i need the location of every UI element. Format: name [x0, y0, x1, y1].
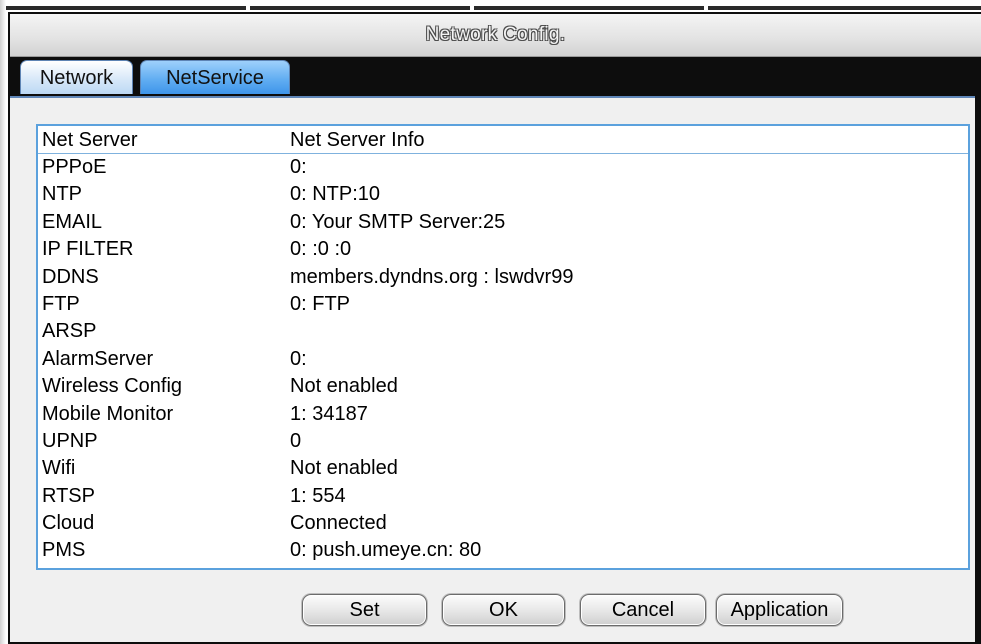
list-row-ftp[interactable]: FTP 0: FTP [38, 291, 968, 318]
row-info: Not enabled [290, 375, 398, 398]
row-name: IP FILTER [42, 238, 134, 261]
row-name: NTP [42, 183, 82, 206]
row-name: DDNS [42, 265, 99, 288]
row-info: members.dyndns.org : lswdvr99 [290, 265, 574, 288]
column-header-net-server: Net Server [42, 129, 138, 151]
netservice-panel: Net Server Net Server Info PPPoE 0: NTP 0:… [10, 96, 975, 642]
list-row-pms[interactable]: PMS 0: push.umeye.cn: 80 [38, 537, 968, 564]
set-button[interactable]: Set [302, 594, 427, 626]
tab-network[interactable]: Network [20, 60, 133, 94]
row-info: 0: NTP:10 [290, 183, 381, 206]
ok-button[interactable]: OK [442, 594, 565, 626]
application-button[interactable]: Application [716, 594, 843, 626]
list-row-email[interactable]: EMAIL 0: Your SMTP Server:25 [38, 209, 968, 236]
row-info: 0: FTP [290, 292, 351, 315]
row-name: PMS [42, 539, 86, 562]
background-bar-segment [708, 6, 981, 10]
network-config-dialog: Network Config. Network NetService Net S… [8, 12, 981, 644]
list-row-mobile-monitor[interactable]: Mobile Monitor 1: 34187 [38, 401, 968, 428]
row-name: PPPoE [42, 156, 107, 178]
background-bar-segment [250, 6, 470, 10]
row-info: Connected [290, 512, 387, 535]
list-header: Net Server Net Server Info [38, 126, 968, 154]
column-header-net-server-info: Net Server Info [290, 129, 425, 151]
list-row-cloud[interactable]: Cloud Connected [38, 510, 968, 537]
row-name: ARSP [42, 320, 97, 343]
title-bar[interactable]: Network Config. [10, 14, 981, 57]
button-row: Set OK Cancel Application [10, 594, 975, 628]
row-name: RTSP [42, 484, 95, 507]
background-window-edge-left [0, 0, 6, 644]
list-row-ddns[interactable]: DDNS members.dyndns.org : lswdvr99 [38, 264, 968, 291]
row-info: 0: Your SMTP Server:25 [290, 210, 506, 233]
row-name: Cloud [42, 512, 95, 535]
net-server-list[interactable]: Net Server Net Server Info PPPoE 0: NTP 0:… [36, 124, 970, 570]
row-name: Wifi [42, 457, 76, 480]
list-row-arsp[interactable]: ARSP [38, 318, 968, 345]
row-name: Mobile Monitor [42, 402, 174, 425]
list-row-alarmserver[interactable]: AlarmServer 0: [38, 346, 968, 373]
list-row-ip-filter[interactable]: IP FILTER 0: :0 :0 [38, 236, 968, 263]
row-name: EMAIL [42, 210, 103, 233]
tab-netservice[interactable]: NetService [140, 60, 290, 94]
row-info: 0 [290, 429, 302, 452]
row-info: 0: :0 :0 [290, 238, 352, 261]
dialog-title: Network Config. [425, 24, 566, 45]
row-info: 0: [290, 347, 307, 370]
background-window-edge [0, 0, 981, 12]
list-rows: PPPoE 0: NTP 0: NTP:10 EMAIL 0: Your SMTP S… [38, 154, 968, 565]
list-row-wireless-config[interactable]: Wireless Config Not enabled [38, 373, 968, 400]
row-info: 1: 34187 [290, 402, 368, 425]
row-name: Wireless Config [42, 375, 183, 398]
list-row-rtsp[interactable]: RTSP 1: 554 [38, 483, 968, 510]
row-info: Not enabled [290, 457, 398, 480]
background-bar-segment [474, 6, 704, 10]
list-row-wifi[interactable]: Wifi Not enabled [38, 455, 968, 482]
row-info: 0: [290, 156, 307, 178]
row-info: 1: 554 [290, 484, 346, 507]
row-info: 0: push.umeye.cn: 80 [290, 539, 482, 562]
background-bar-segment [6, 6, 246, 10]
list-row-upnp[interactable]: UPNP 0 [38, 428, 968, 455]
row-name: FTP [42, 292, 80, 315]
row-name: AlarmServer [42, 347, 154, 370]
cancel-button[interactable]: Cancel [580, 594, 706, 626]
list-row-pppoe[interactable]: PPPoE 0: [38, 154, 968, 181]
list-row-ntp[interactable]: NTP 0: NTP:10 [38, 181, 968, 208]
row-name: UPNP [42, 429, 98, 452]
